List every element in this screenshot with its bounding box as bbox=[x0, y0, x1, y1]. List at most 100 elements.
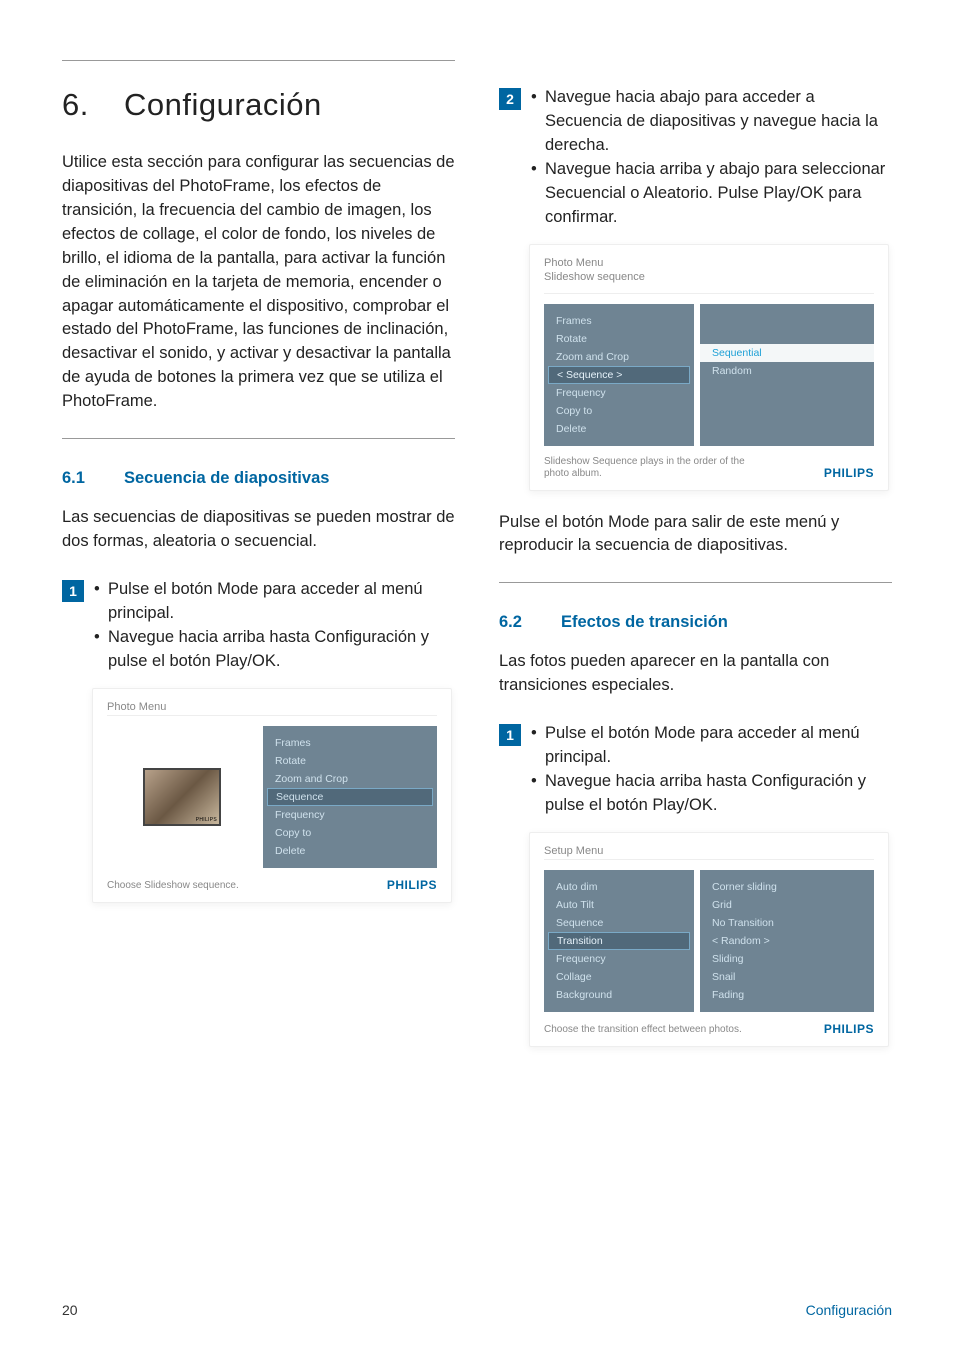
menu-item: Frames bbox=[544, 312, 694, 330]
intro-paragraph: Utilice esta sección para configurar las… bbox=[62, 151, 455, 414]
brand-label: PHILIPS bbox=[387, 878, 437, 892]
bullet: •Pulse el botón Mode para acceder al men… bbox=[531, 722, 892, 770]
section-6-2-lead: Las fotos pueden aparecer en la pantalla… bbox=[499, 650, 892, 698]
bullet-text: Navegue hacia arriba hasta Configuración… bbox=[545, 770, 892, 818]
breadcrumb: Photo Menu bbox=[544, 257, 874, 269]
menu-right: SequentialRandom bbox=[700, 304, 874, 446]
menu-item: Rotate bbox=[544, 330, 694, 348]
screenshot-caption: Slideshow Sequence plays in the order of… bbox=[544, 456, 764, 480]
screenshot-caption-row: Slideshow Sequence plays in the order of… bbox=[544, 456, 874, 480]
brand-label: PHILIPS bbox=[824, 1022, 874, 1036]
menu-item: Sequence bbox=[544, 914, 694, 932]
step-1: 1 •Pulse el botón Mode para acceder al m… bbox=[62, 578, 455, 674]
screenshot-panel: Auto dimAuto TiltSequenceTransitionFrequ… bbox=[544, 859, 874, 1012]
chapter-number: 6. bbox=[62, 87, 124, 123]
section-title: Secuencia de diapositivas bbox=[124, 469, 329, 487]
menu-item: Rotate bbox=[263, 752, 437, 770]
section-6-2-heading: 6.2Efectos de transición bbox=[499, 613, 892, 632]
bullet-dot: • bbox=[94, 578, 108, 626]
menu-item: Zoom and Crop bbox=[263, 770, 437, 788]
menu-item: Frames bbox=[263, 734, 437, 752]
bullet: •Navegue hacia arriba hasta Configuració… bbox=[94, 626, 455, 674]
screenshot-panel: FramesRotateZoom and Crop< Sequence >Fre… bbox=[544, 293, 874, 446]
bullet-dot: • bbox=[94, 626, 108, 674]
menu-item: Fading bbox=[700, 986, 874, 1004]
menu-item: < Random > bbox=[700, 932, 874, 950]
screenshot-caption: Choose Slideshow sequence. bbox=[107, 880, 239, 892]
screenshot-caption-row: Choose Slideshow sequence. PHILIPS bbox=[107, 878, 437, 892]
rule bbox=[62, 438, 455, 439]
device-screenshot-sequence: Photo Menu FramesRotateZoom and CropSequ… bbox=[92, 688, 452, 903]
thumbnail-pane bbox=[107, 726, 257, 868]
after-step-text: Pulse el botón Mode para salir de este m… bbox=[499, 511, 892, 559]
menu-item: < Sequence > bbox=[548, 366, 690, 384]
bullet-text: Navegue hacia arriba hasta Configuración… bbox=[108, 626, 455, 674]
section-6-1-lead: Las secuencias de diapositivas se pueden… bbox=[62, 506, 455, 554]
bullet: •Navegue hacia arriba hasta Configuració… bbox=[531, 770, 892, 818]
device-screenshot-transition: Setup Menu Auto dimAuto TiltSequenceTran… bbox=[529, 832, 889, 1047]
page-footer: 20 Configuración bbox=[62, 1302, 892, 1318]
menu-left: FramesRotateZoom and Crop< Sequence >Fre… bbox=[544, 304, 694, 446]
menu-item: Delete bbox=[263, 842, 437, 860]
menu-item: Snail bbox=[700, 968, 874, 986]
menu-item: Copy to bbox=[544, 402, 694, 420]
bullet: •Navegue hacia arriba y abajo para selec… bbox=[531, 158, 892, 230]
bullet-dot: • bbox=[531, 722, 545, 770]
menu-item: Delete bbox=[544, 420, 694, 438]
step-1: 1 •Pulse el botón Mode para acceder al m… bbox=[499, 722, 892, 818]
section-number: 6.2 bbox=[499, 613, 561, 632]
left-column: 6.Configuración Utilice esta sección par… bbox=[62, 60, 455, 1057]
menu-item: Frequency bbox=[263, 806, 437, 824]
section-6-1-heading: 6.1Secuencia de diapositivas bbox=[62, 469, 455, 488]
step-badge: 2 bbox=[499, 88, 521, 110]
chapter-title: 6.Configuración bbox=[62, 87, 455, 123]
menu-item: Background bbox=[544, 986, 694, 1004]
menu-item: Grid bbox=[700, 896, 874, 914]
bullet-text: Navegue hacia arriba y abajo para selecc… bbox=[545, 158, 892, 230]
bullet-dot: • bbox=[531, 770, 545, 818]
device-screenshot-sequence-options: Photo Menu Slideshow sequence FramesRota… bbox=[529, 244, 889, 491]
menu-item: Transition bbox=[548, 932, 690, 950]
bullet: •Pulse el botón Mode para acceder al men… bbox=[94, 578, 455, 626]
step-body: •Pulse el botón Mode para acceder al men… bbox=[531, 722, 892, 818]
page-number: 20 bbox=[62, 1302, 78, 1318]
menu-item: Frequency bbox=[544, 950, 694, 968]
breadcrumb: Photo Menu bbox=[107, 701, 437, 713]
menu-item: Zoom and Crop bbox=[544, 348, 694, 366]
menu-item: Sequential bbox=[700, 344, 874, 362]
breadcrumb-sub: Slideshow sequence bbox=[544, 271, 874, 283]
footer-section: Configuración bbox=[806, 1302, 892, 1318]
menu-item: Auto Tilt bbox=[544, 896, 694, 914]
right-column: 2 •Navegue hacia abajo para acceder a Se… bbox=[499, 60, 892, 1057]
menu-item: No Transition bbox=[700, 914, 874, 932]
menu-item: Frequency bbox=[544, 384, 694, 402]
brand-label: PHILIPS bbox=[824, 466, 874, 480]
breadcrumb: Setup Menu bbox=[544, 845, 874, 857]
menu-item: Random bbox=[700, 362, 874, 380]
menu-list: FramesRotateZoom and CropSequenceFrequen… bbox=[263, 726, 437, 868]
rule bbox=[499, 582, 892, 583]
section-title: Efectos de transición bbox=[561, 613, 728, 631]
step-badge: 1 bbox=[62, 580, 84, 602]
step-body: •Navegue hacia abajo para acceder a Secu… bbox=[531, 86, 892, 230]
bullet-text: Navegue hacia abajo para acceder a Secue… bbox=[545, 86, 892, 158]
rule bbox=[62, 60, 455, 61]
menu-right: Corner slidingGridNo Transition< Random … bbox=[700, 870, 874, 1012]
menu-item: Copy to bbox=[263, 824, 437, 842]
screenshot-panel: FramesRotateZoom and CropSequenceFrequen… bbox=[107, 715, 437, 868]
step-badge: 1 bbox=[499, 724, 521, 746]
step-2: 2 •Navegue hacia abajo para acceder a Se… bbox=[499, 86, 892, 230]
menu-item: Corner sliding bbox=[700, 878, 874, 896]
step-body: •Pulse el botón Mode para acceder al men… bbox=[94, 578, 455, 674]
photo-thumbnail bbox=[143, 768, 221, 826]
bullet-text: Pulse el botón Mode para acceder al menú… bbox=[545, 722, 892, 770]
bullet-dot: • bbox=[531, 158, 545, 230]
screenshot-caption: Choose the transition effect between pho… bbox=[544, 1024, 742, 1036]
bullet-dot: • bbox=[531, 86, 545, 158]
menu-item: Collage bbox=[544, 968, 694, 986]
menu-left: Auto dimAuto TiltSequenceTransitionFrequ… bbox=[544, 870, 694, 1012]
chapter-name: Configuración bbox=[124, 87, 322, 122]
menu-item: Auto dim bbox=[544, 878, 694, 896]
menu-item: Sequence bbox=[267, 788, 433, 806]
bullet: •Navegue hacia abajo para acceder a Secu… bbox=[531, 86, 892, 158]
